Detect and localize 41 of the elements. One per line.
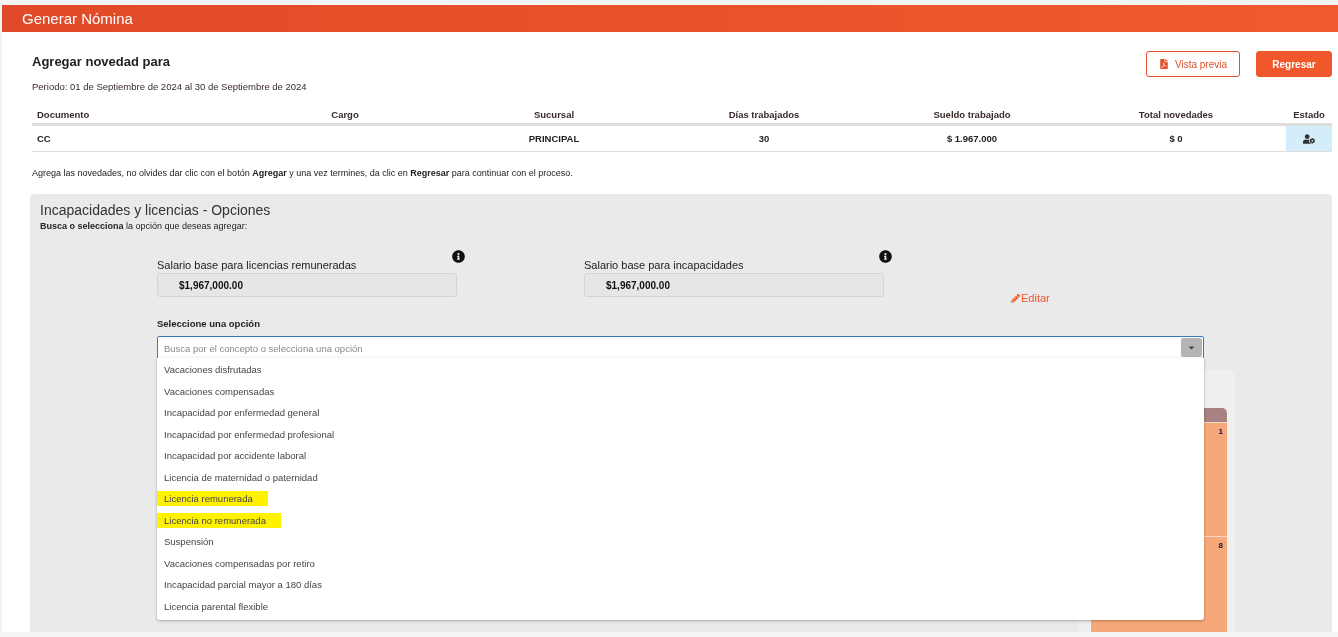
dropdown-option[interactable]: Vacaciones compensadas	[164, 383, 275, 399]
column-header: Total novedades	[1066, 106, 1286, 126]
column-header: Sucursal	[458, 106, 650, 126]
dropdown-option[interactable]: Licencia parental flexible	[164, 598, 269, 614]
table-cell: $ 1.967.000	[878, 126, 1066, 152]
instructions-text: Agrega las novedades, no olvides dar clic con el botón Agregar y una vez termines, da clic en Regresar para continuar con el proceso.	[32, 168, 574, 178]
table-cell: CC	[32, 126, 232, 152]
dropdown-option[interactable]: Vacaciones disfrutadas	[164, 362, 262, 378]
info-icon[interactable]	[879, 250, 892, 263]
field-label: Salario base para licencias remuneradas	[157, 259, 357, 271]
panel-subtitle: Busca o selecciona la opción que deseas agregar:	[40, 221, 249, 231]
header-title: Generar Nómina	[2, 5, 1338, 32]
status-button[interactable]	[1286, 126, 1332, 152]
dropdown-option[interactable]: Licencia remunerada	[157, 491, 268, 507]
salary-field[interactable]: $1,967,000.00	[584, 273, 884, 297]
salary-field[interactable]: $1,967,000.00	[157, 273, 457, 297]
dropdown-option[interactable]: Incapacidad parcial mayor a 180 días	[164, 577, 322, 593]
preview-button[interactable]: Vista previa	[1145, 51, 1240, 77]
user-gear-icon	[1303, 132, 1315, 145]
dropdown-option[interactable]: Incapacidad por accidente laboral	[164, 448, 307, 464]
column-header: Sueldo trabajado	[878, 106, 1066, 126]
dropdown-option[interactable]: Vacaciones compensadas por retiro	[164, 555, 315, 571]
pencil-icon	[1011, 293, 1020, 303]
select-label: Seleccione una opción	[157, 318, 261, 329]
dropdown-option[interactable]: Licencia no remunerada	[157, 512, 281, 528]
dropdown-option[interactable]: Incapacidad por enfermedad profesional	[164, 426, 335, 442]
table-cell: PRINCIPAL	[458, 126, 650, 152]
dropdown-option[interactable]: Incapacidad por enfermedad general	[164, 405, 320, 421]
info-icon[interactable]	[452, 250, 465, 263]
dropdown-option[interactable]: Suspensión	[164, 534, 214, 550]
page-title: Agregar novedad para	[32, 54, 171, 69]
column-header: Documento	[32, 106, 232, 126]
table-cell: 30	[650, 126, 878, 152]
pdf-icon	[1158, 59, 1169, 69]
column-header: Días trabajados	[650, 106, 878, 126]
period-text: Periodo: 01 de Septiembre de 2024 al 30 de Septiembre de 2024	[32, 81, 307, 92]
option-search-field[interactable]: Busca por el concepto o selecciona una opción	[157, 336, 1204, 360]
dropdown-option[interactable]: Licencia de maternidad o paternidad	[164, 469, 318, 485]
panel-title: Incapacidades y licencias - Opciones	[40, 202, 272, 218]
field-label: Salario base para incapacidades	[584, 259, 744, 271]
column-header: Cargo	[232, 106, 458, 126]
